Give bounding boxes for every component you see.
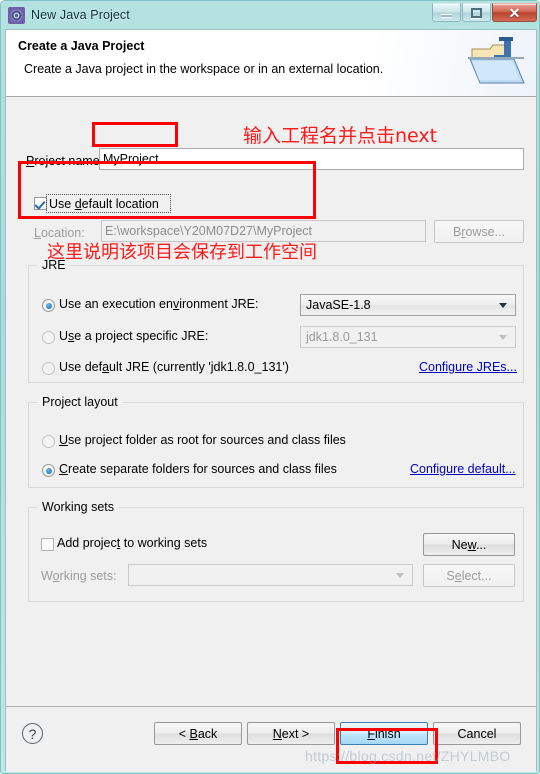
jre-execution-env-label: Use an execution environment JRE: xyxy=(59,297,259,311)
layout-project-folder-radio[interactable] xyxy=(42,435,55,448)
project-name-input[interactable] xyxy=(99,148,524,170)
maximize-button[interactable] xyxy=(462,3,491,22)
configure-jres-link[interactable]: Configure JREs... xyxy=(419,360,517,374)
layout-project-folder-label: Use project folder as root for sources a… xyxy=(59,433,346,447)
add-to-working-sets-checkbox[interactable] xyxy=(41,538,54,551)
back-button-label: < Back xyxy=(178,726,218,741)
eclipse-wizard-icon xyxy=(8,6,25,24)
help-icon[interactable]: ? xyxy=(22,723,43,744)
execution-environment-value: JavaSE-1.8 xyxy=(306,298,371,312)
jre-legend: JRE xyxy=(38,258,70,272)
chevron-down-icon xyxy=(396,572,404,578)
new-working-set-button[interactable]: New... xyxy=(423,533,515,556)
jre-project-specific-label: Use a project specific JRE: xyxy=(59,329,209,343)
new-working-set-label: New... xyxy=(451,537,487,552)
jre-project-specific-radio[interactable] xyxy=(42,331,55,344)
wizard-banner: Create a Java Project Create a Java proj… xyxy=(6,30,536,97)
page-description: Create a Java project in the workspace o… xyxy=(24,62,384,76)
jre-execution-env-radio[interactable] xyxy=(42,299,55,312)
browse-button-label: Browse... xyxy=(452,224,506,239)
select-working-set-label: Select... xyxy=(446,568,492,583)
caption-buttons: ✕ xyxy=(431,3,537,22)
working-sets-label: Working sets: xyxy=(41,569,117,583)
chevron-down-icon xyxy=(499,302,507,308)
minimize-button[interactable] xyxy=(432,3,461,22)
next-button-label: Next > xyxy=(272,726,310,741)
finish-button-label: Finish xyxy=(367,726,401,741)
minimize-icon xyxy=(441,14,452,17)
layout-separate-folders-label: Create separate folders for sources and … xyxy=(59,462,337,476)
cancel-button[interactable]: Cancel xyxy=(433,722,521,745)
project-specific-jre-value: jdk1.8.0_131 xyxy=(306,330,378,344)
wizard-content: Project name: Use default location Locat… xyxy=(6,98,536,705)
use-default-location-label: Use default location xyxy=(49,197,159,211)
add-to-working-sets-label: Add project to working sets xyxy=(57,536,208,550)
dialog-button-bar: ? < Back Next > Finish Cancel xyxy=(6,706,536,772)
java-project-folder-icon xyxy=(466,33,528,91)
dialog-body: Create a Java Project Create a Java proj… xyxy=(5,29,537,772)
working-sets-combo[interactable] xyxy=(128,564,413,586)
select-working-set-button[interactable]: Select... xyxy=(423,564,515,587)
close-button[interactable]: ✕ xyxy=(492,3,537,22)
location-input[interactable] xyxy=(101,220,426,242)
project-name-label: Project name: xyxy=(26,154,104,168)
finish-button[interactable]: Finish xyxy=(340,722,428,745)
layout-separate-folders-radio[interactable] xyxy=(42,464,55,477)
page-title: Create a Java Project xyxy=(18,39,145,53)
jre-default-label: Use default JRE (currently 'jdk1.8.0_131… xyxy=(59,360,289,374)
close-icon: ✕ xyxy=(508,4,521,21)
window-title: New Java Project xyxy=(31,8,130,22)
next-button[interactable]: Next > xyxy=(247,722,335,745)
cancel-button-label: Cancel xyxy=(457,726,497,741)
project-specific-jre-combo[interactable]: jdk1.8.0_131 xyxy=(300,326,516,348)
chevron-down-icon xyxy=(499,334,507,340)
configure-default-link[interactable]: Configure default... xyxy=(410,462,516,476)
working-sets-legend: Working sets xyxy=(38,500,119,514)
browse-button[interactable]: Browse... xyxy=(434,220,524,243)
project-layout-legend: Project layout xyxy=(38,395,122,409)
location-label: Location: xyxy=(34,226,85,240)
dialog-window: New Java Project ✕ Create a Java Project… xyxy=(0,0,540,774)
title-bar: New Java Project ✕ xyxy=(1,1,539,29)
jre-default-radio[interactable] xyxy=(42,362,55,375)
execution-environment-combo[interactable]: JavaSE-1.8 xyxy=(300,294,516,316)
maximize-icon xyxy=(471,7,482,18)
back-button[interactable]: < Back xyxy=(154,722,242,745)
